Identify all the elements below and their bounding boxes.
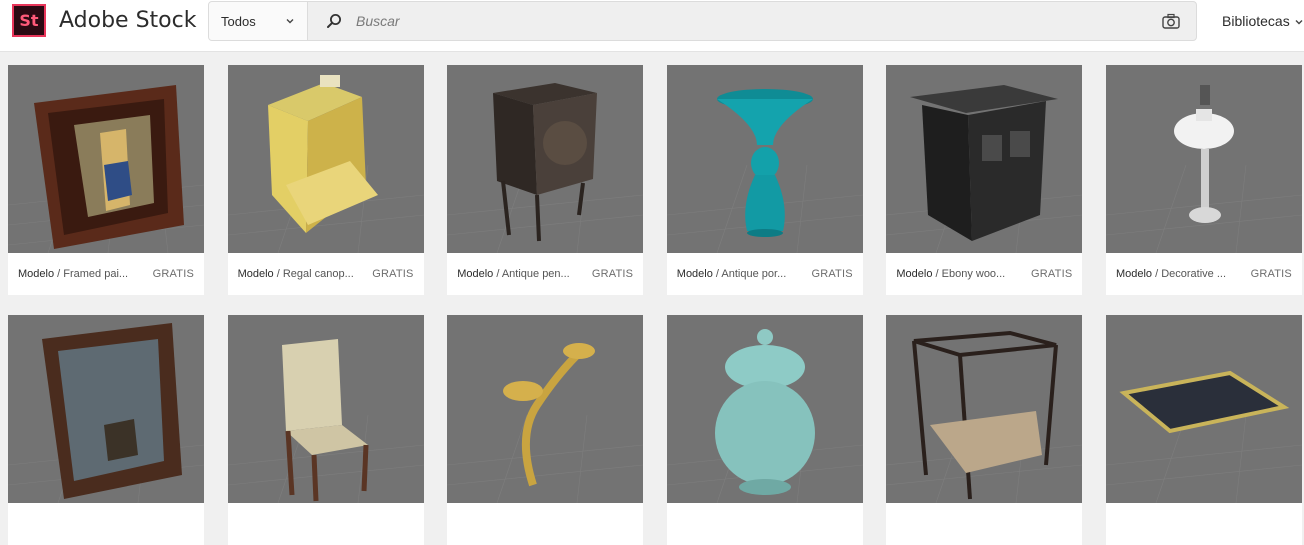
search-bar: Todos	[208, 1, 1197, 41]
asset-type: Modelo	[457, 268, 494, 280]
asset-type: Modelo	[896, 268, 933, 280]
ship-painting-thumbnail[interactable]	[8, 315, 204, 503]
price-badge: GRATIS	[1031, 268, 1073, 280]
price-badge: GRATIS	[811, 268, 853, 280]
result-caption: Modelo / Ebony woo... GRATIS	[896, 268, 1073, 280]
chevron-down-icon	[285, 16, 295, 26]
asset-title[interactable]: Decorative ...	[1161, 268, 1226, 280]
result-card[interactable]: Modelo / Antique por... GRATIS	[666, 65, 863, 295]
asset-title[interactable]: Framed pai...	[63, 268, 128, 280]
search-icon[interactable]	[326, 13, 342, 29]
top-header: St Adobe Stock Todos Bibliotecas	[0, 0, 1304, 52]
result-caption: Modelo / Antique por... GRATIS	[676, 268, 853, 280]
price-badge: GRATIS	[152, 268, 194, 280]
result-caption: Modelo / Antique pen... GRATIS	[457, 268, 634, 280]
price-badge: GRATIS	[372, 268, 414, 280]
search-field	[308, 2, 1196, 40]
content-type-dropdown[interactable]: Todos	[209, 2, 308, 40]
libraries-label: Bibliotecas	[1222, 13, 1290, 29]
candle-sconce-thumbnail[interactable]	[447, 315, 644, 503]
libraries-menu[interactable]: Bibliotecas	[1222, 13, 1304, 29]
asset-title[interactable]: Antique pen...	[502, 268, 570, 280]
result-card[interactable]: Modelo / Ebony woo... GRATIS	[886, 65, 1083, 295]
search-input[interactable]	[354, 12, 1162, 30]
price-badge: GRATIS	[591, 268, 634, 280]
logo-icon[interactable]: St	[12, 4, 46, 37]
porcelain-vase-thumbnail[interactable]	[666, 65, 863, 253]
asset-type: Modelo	[18, 268, 55, 280]
rug-thumbnail[interactable]	[1105, 315, 1302, 503]
result-caption: Modelo / Framed pai... GRATIS	[18, 268, 194, 280]
result-card[interactable]: Modelo / Decorative ... GRATIS	[1105, 65, 1302, 295]
pendulum-clock-thumbnail[interactable]	[447, 65, 644, 253]
asset-title[interactable]: Regal canop...	[283, 268, 354, 280]
asset-type: Modelo	[237, 268, 274, 280]
asset-type: Modelo	[1115, 268, 1153, 280]
results-grid: Modelo / Framed pai... GRATIS Modelo / R…	[8, 65, 1302, 545]
crib-thumbnail[interactable]	[886, 315, 1083, 503]
brand-name[interactable]: Adobe Stock	[59, 8, 196, 33]
ebony-cabinet-thumbnail[interactable]	[886, 65, 1083, 253]
result-caption: Modelo / Regal canop... GRATIS	[237, 268, 414, 280]
canopy-bed-thumbnail[interactable]	[227, 65, 424, 253]
result-card[interactable]: Modelo / Antique pen... GRATIS	[447, 65, 644, 295]
ginger-jar-thumbnail[interactable]	[666, 315, 863, 503]
framed-painting-thumbnail[interactable]	[8, 65, 204, 253]
result-caption: Modelo / Decorative ... GRATIS	[1115, 268, 1292, 280]
content-type-label: Todos	[221, 13, 256, 29]
oil-lamp-thumbnail[interactable]	[1105, 65, 1302, 253]
asset-title[interactable]: Antique por...	[721, 268, 786, 280]
camera-icon[interactable]	[1162, 13, 1180, 29]
price-badge: GRATIS	[1250, 268, 1292, 280]
asset-type: Modelo	[676, 268, 713, 280]
asset-title[interactable]: Ebony woo...	[942, 268, 1006, 280]
armchair-thumbnail[interactable]	[227, 315, 424, 503]
result-card[interactable]: Modelo / Framed pai... GRATIS	[8, 65, 204, 295]
chevron-down-icon	[1295, 20, 1303, 25]
result-card[interactable]: Modelo / Regal canop... GRATIS	[227, 65, 424, 295]
